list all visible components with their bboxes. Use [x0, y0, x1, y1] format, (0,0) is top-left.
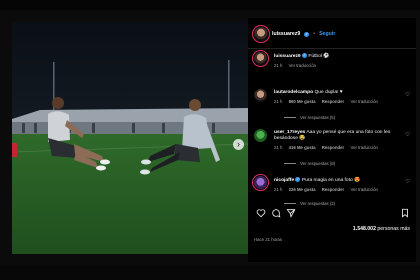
- comment-emoji: ♥: [339, 90, 343, 95]
- comment-likes[interactable]: 226 Me gusta: [289, 187, 316, 192]
- translate-link[interactable]: Ver traducción: [350, 145, 377, 150]
- translate-link[interactable]: Ver traducción: [350, 187, 377, 192]
- translate-link[interactable]: Ver traducción: [350, 99, 377, 104]
- view-replies[interactable]: Ver respuestas (8): [284, 161, 335, 166]
- comment-author[interactable]: lautarodelcampo: [274, 90, 313, 95]
- separator-dot: •: [313, 31, 316, 37]
- comment-icon[interactable]: [271, 208, 281, 218]
- heart-icon[interactable]: ♡: [405, 179, 410, 185]
- avatar[interactable]: [254, 27, 268, 41]
- bookmark-icon[interactable]: [400, 208, 410, 218]
- verified-icon: ✓: [295, 177, 301, 182]
- likes-count[interactable]: 1.548.002: [353, 226, 376, 232]
- view-replies[interactable]: Ver respuestas (5): [284, 115, 335, 120]
- caption-time: 21 h: [274, 63, 283, 68]
- comment-author[interactable]: user_17reyes: [274, 130, 305, 135]
- post-photo[interactable]: [12, 22, 248, 254]
- verified-icon: ✓: [304, 31, 310, 37]
- caption-emoji: ⚽: [323, 53, 330, 59]
- post-side-panel: luissuarez9 ✓ • Seguir luissuarez9 ✓ Fút…: [248, 18, 416, 262]
- comment-likes[interactable]: 416 Me gusta: [289, 145, 316, 150]
- translate-link[interactable]: Ver traducción: [289, 63, 316, 68]
- comment-time: 21 h: [274, 145, 283, 151]
- view-replies-label[interactable]: Ver respuestas (5): [300, 115, 335, 120]
- top-bar: [0, 0, 420, 10]
- author-username[interactable]: luissuarez9: [272, 31, 300, 37]
- reply-button[interactable]: Responder: [322, 187, 344, 192]
- verified-icon: ✓: [302, 53, 307, 58]
- heart-icon[interactable]: [256, 208, 266, 218]
- comment-author[interactable]: nicojaffe: [274, 178, 294, 183]
- comment-time: 21 h: [274, 99, 283, 105]
- comment-text: Pura magia en una foto: [301, 177, 353, 183]
- comment-likes[interactable]: 860 Me gusta: [289, 99, 316, 104]
- replies-line: [284, 203, 296, 204]
- avatar[interactable]: [254, 52, 267, 65]
- post-timestamp: Hace 21 horas: [254, 237, 282, 242]
- replies-line: [284, 117, 296, 118]
- avatar[interactable]: [254, 89, 267, 102]
- view-replies-label[interactable]: Ver respuestas (2): [300, 201, 335, 206]
- heart-icon[interactable]: ♡: [405, 132, 410, 138]
- avatar[interactable]: [254, 129, 267, 142]
- view-replies[interactable]: Ver respuestas (2): [284, 201, 335, 206]
- likes-suffix: personas más: [377, 226, 410, 232]
- follow-button[interactable]: Seguir: [319, 31, 335, 37]
- comment-emoji: 😍: [354, 177, 361, 183]
- share-icon[interactable]: [286, 208, 296, 218]
- post-actions: [254, 208, 412, 220]
- heart-icon[interactable]: ♡: [405, 92, 410, 98]
- avatar[interactable]: [254, 176, 267, 189]
- header-divider: [248, 48, 416, 49]
- comment-emoji: 😂: [299, 136, 306, 142]
- reply-button[interactable]: Responder: [322, 99, 344, 104]
- replies-line: [284, 163, 296, 164]
- likes-summary[interactable]: 1.548.002 personas más: [353, 226, 410, 232]
- caption-text: Fútbol: [308, 53, 322, 59]
- view-replies-label[interactable]: Ver respuestas (8): [300, 161, 335, 166]
- chevron-right-icon[interactable]: ›: [233, 139, 244, 150]
- caption-author[interactable]: luissuarez9: [274, 54, 301, 59]
- comment-time: 21 h: [274, 187, 283, 192]
- bottom-bar: [0, 266, 420, 280]
- comment-text: Que dupla!: [314, 90, 339, 95]
- post-header: luissuarez9 ✓ • Seguir: [254, 23, 412, 45]
- reply-button[interactable]: Responder: [322, 145, 344, 150]
